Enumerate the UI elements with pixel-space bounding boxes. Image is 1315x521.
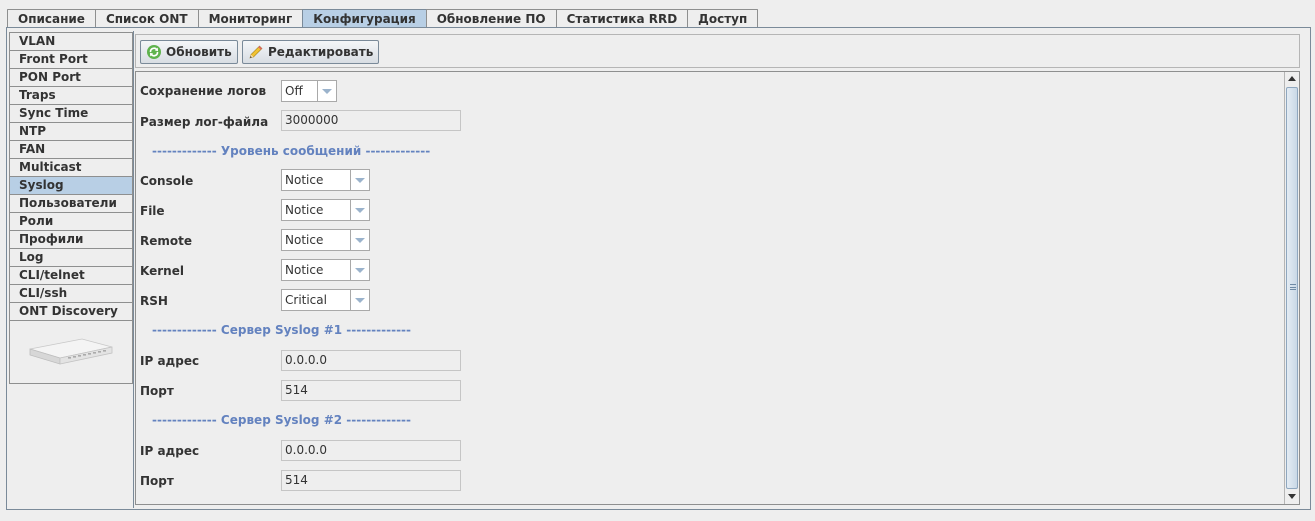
refresh-icon <box>147 45 161 59</box>
console-level-value: Notice <box>282 170 351 190</box>
syslog-form: Сохранение логов Off Размер лог-файла 30… <box>135 71 1300 505</box>
server1-port-field[interactable]: 514 <box>281 380 461 401</box>
device-image-box <box>9 320 133 384</box>
log-save-select[interactable]: Off <box>281 80 337 102</box>
sidebar-item-sync-time[interactable]: Sync Time <box>9 104 133 122</box>
scroll-up-icon[interactable] <box>1285 72 1299 86</box>
scrollbar-thumb[interactable] <box>1286 87 1298 489</box>
sidebar-item-pon-port[interactable]: PON Port <box>9 68 133 86</box>
sidebar-item-syslog[interactable]: Syslog <box>9 176 133 194</box>
kernel-level-select[interactable]: Notice <box>281 259 370 281</box>
sidebar-item-cli-ssh[interactable]: CLI/ssh <box>9 284 133 302</box>
sidebar-item-traps[interactable]: Traps <box>9 86 133 104</box>
tab-configuration[interactable]: Конфигурация <box>302 9 427 29</box>
sidebar-item-ntp[interactable]: NTP <box>9 122 133 140</box>
edit-label: Редактировать <box>268 45 374 59</box>
sidebar-item-front-port[interactable]: Front Port <box>9 50 133 68</box>
sidebar-item-cli-telnet[interactable]: CLI/telnet <box>9 266 133 284</box>
chevron-down-icon <box>351 230 369 250</box>
server2-ip-field[interactable]: 0.0.0.0 <box>281 440 461 461</box>
chevron-down-icon <box>318 81 336 101</box>
sidebar-item-ont-discovery[interactable]: ONT Discovery <box>9 302 133 320</box>
section-message-level: ------------- Уровень сообщений --------… <box>152 144 431 158</box>
remote-level-select[interactable]: Notice <box>281 229 370 251</box>
log-size-label: Размер лог-файла <box>140 115 269 129</box>
tab-monitoring[interactable]: Мониторинг <box>197 9 304 28</box>
tab-ont-list[interactable]: Список ONT <box>94 9 199 28</box>
sidebar-item-vlan[interactable]: VLAN <box>9 32 133 50</box>
server1-ip-label: IP адрес <box>140 354 200 368</box>
top-tab-bar: Описание Список ONT Мониторинг Конфигура… <box>7 9 759 29</box>
tab-rrd-stats[interactable]: Статистика RRD <box>555 9 689 28</box>
vertical-scrollbar[interactable] <box>1284 72 1299 504</box>
tab-description[interactable]: Описание <box>7 9 96 28</box>
rsh-level-select[interactable]: Critical <box>281 289 370 311</box>
server1-port-label: Порт <box>140 384 174 398</box>
sidebar-divider <box>133 31 134 508</box>
chevron-down-icon <box>351 260 369 280</box>
olt-device-icon <box>29 338 113 365</box>
file-level-select[interactable]: Notice <box>281 199 370 221</box>
rsh-level-value: Critical <box>282 290 351 310</box>
kernel-level-value: Notice <box>282 260 351 280</box>
console-level-select[interactable]: Notice <box>281 169 370 191</box>
grip-icon <box>1290 284 1296 290</box>
section-syslog-server-1: ------------- Сервер Syslog #1 ---------… <box>152 323 412 337</box>
kernel-label: Kernel <box>140 264 184 278</box>
rsh-label: RSH <box>140 294 168 308</box>
chevron-down-icon <box>351 290 369 310</box>
remote-level-value: Notice <box>282 230 351 250</box>
log-save-label: Сохранение логов <box>140 84 267 98</box>
server2-port-field[interactable]: 514 <box>281 470 461 491</box>
log-size-field[interactable]: 3000000 <box>281 110 461 131</box>
server2-port-label: Порт <box>140 474 174 488</box>
file-level-value: Notice <box>282 200 351 220</box>
tab-firmware-update[interactable]: Обновление ПО <box>425 9 557 28</box>
refresh-button[interactable]: Обновить <box>140 40 238 64</box>
console-label: Console <box>140 174 194 188</box>
refresh-label: Обновить <box>166 45 232 59</box>
scroll-down-icon[interactable] <box>1285 489 1299 503</box>
server2-ip-label: IP адрес <box>140 444 200 458</box>
sidebar-item-multicast[interactable]: Multicast <box>9 158 133 176</box>
file-label: File <box>140 204 165 218</box>
config-sidebar: VLAN Front Port PON Port Traps Sync Time… <box>9 32 133 384</box>
edit-button[interactable]: Редактировать <box>242 40 380 64</box>
remote-label: Remote <box>140 234 193 248</box>
log-save-value: Off <box>282 81 318 101</box>
pencil-icon <box>249 45 263 59</box>
sidebar-item-users[interactable]: Пользователи <box>9 194 133 212</box>
server1-ip-field[interactable]: 0.0.0.0 <box>281 350 461 371</box>
chevron-down-icon <box>351 170 369 190</box>
section-syslog-server-2: ------------- Сервер Syslog #2 ---------… <box>152 413 412 427</box>
sidebar-item-log[interactable]: Log <box>9 248 133 266</box>
sidebar-item-profiles[interactable]: Профили <box>9 230 133 248</box>
sidebar-item-fan[interactable]: FAN <box>9 140 133 158</box>
sidebar-item-roles[interactable]: Роли <box>9 212 133 230</box>
tab-access[interactable]: Доступ <box>687 9 759 28</box>
toolbar: Обновить Редактировать <box>135 34 1300 68</box>
chevron-down-icon <box>351 200 369 220</box>
